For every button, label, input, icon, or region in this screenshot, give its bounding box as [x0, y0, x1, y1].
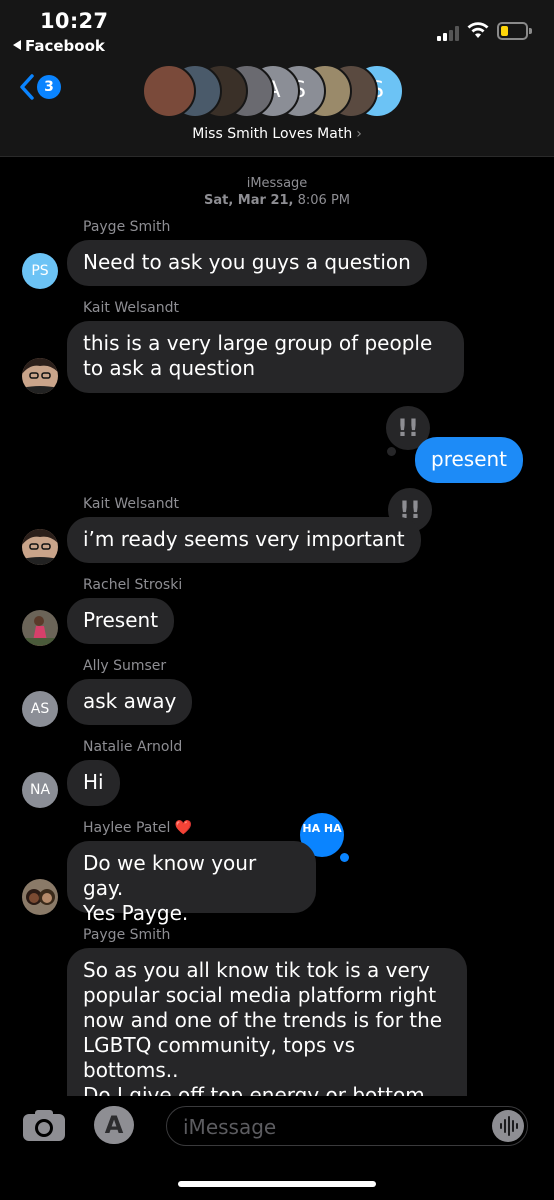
message-bubble[interactable]: ask away [67, 679, 193, 725]
group-member-avatar [142, 64, 196, 118]
avatar[interactable] [22, 610, 58, 646]
sender-name: Natalie Arnold [83, 739, 183, 755]
sender-name: Kait Welsandt [83, 496, 179, 512]
time-label: 8:06 PM [297, 193, 351, 208]
avatar-photo-icon [22, 610, 58, 646]
date-label: Sat, Mar 21, [203, 193, 294, 208]
group-avatars[interactable]: ASS [142, 64, 412, 120]
message-input[interactable]: iMessage [166, 1106, 528, 1146]
message-bubble[interactable]: i’m ready seems very important [67, 517, 421, 563]
sender-name: Rachel Stroski [83, 577, 183, 593]
wifi-icon [467, 22, 489, 38]
avatar[interactable]: NA [22, 772, 58, 808]
app-store-icon: A [104, 1111, 124, 1139]
back-to-facebook-link[interactable]: Facebook [13, 37, 105, 55]
cellular-signal-icon [437, 25, 463, 41]
message-bubble[interactable]: So as you all know tik tok is a very pop… [67, 948, 467, 1096]
app-store-button[interactable]: A [94, 1106, 134, 1144]
sender-name: Kait Welsandt [83, 300, 179, 316]
avatar[interactable] [22, 529, 58, 565]
avatar[interactable] [22, 879, 58, 915]
message-bubble[interactable]: this is a very large group of people to … [67, 321, 464, 393]
avatar-photo-icon [22, 879, 58, 915]
back-app-label: Facebook [25, 37, 105, 55]
sender-name: Haylee Patel ❤️ [83, 820, 193, 836]
avatar[interactable]: PS [22, 253, 58, 289]
status-time: 10:27 [40, 9, 109, 33]
message-input-placeholder: iMessage [183, 1115, 277, 1139]
group-name-label: Miss Smith Loves Math [192, 126, 353, 142]
message-bubble[interactable]: Need to ask you guys a question [67, 240, 427, 286]
message-bubble[interactable]: Do we know your gay. Yes Payge. [67, 841, 316, 925]
message-bubble[interactable]: Present [67, 598, 175, 644]
group-chevron-icon: › [356, 126, 362, 142]
sender-name: Payge Smith [83, 219, 171, 235]
conversation-header: 10:27 Facebook 3 ASS Miss Smith Loves Ma… [0, 0, 554, 157]
avatar-photo-icon [22, 358, 58, 394]
service-label: iMessage [246, 176, 308, 191]
avatar[interactable]: AS [22, 691, 58, 727]
back-triangle-icon [13, 40, 21, 50]
camera-icon [23, 1110, 65, 1141]
back-button[interactable]: 3 [15, 72, 65, 102]
unread-count-badge: 3 [37, 75, 61, 99]
battery-icon [497, 22, 532, 40]
voice-memo-button[interactable] [492, 1110, 524, 1142]
message-bubble-clip: So as you all know tik tok is a very pop… [67, 948, 467, 1096]
group-name-button[interactable]: Miss Smith Loves Math › [0, 126, 554, 142]
home-indicator[interactable] [178, 1181, 376, 1187]
sender-name: Payge Smith [83, 927, 171, 943]
avatar[interactable] [22, 358, 58, 394]
conversation-timestamp: iMessage Sat, Mar 21, 8:06 PM [0, 175, 554, 209]
message-bubble[interactable]: Hi [67, 760, 120, 806]
battery-level [501, 26, 508, 36]
sender-name: Ally Sumser [83, 658, 167, 674]
chevron-left-icon [20, 74, 34, 100]
camera-button[interactable] [22, 1108, 66, 1142]
message-bubble-outgoing[interactable]: present [415, 437, 524, 483]
avatar-photo-icon [22, 529, 58, 565]
waveform-icon [500, 1116, 518, 1136]
